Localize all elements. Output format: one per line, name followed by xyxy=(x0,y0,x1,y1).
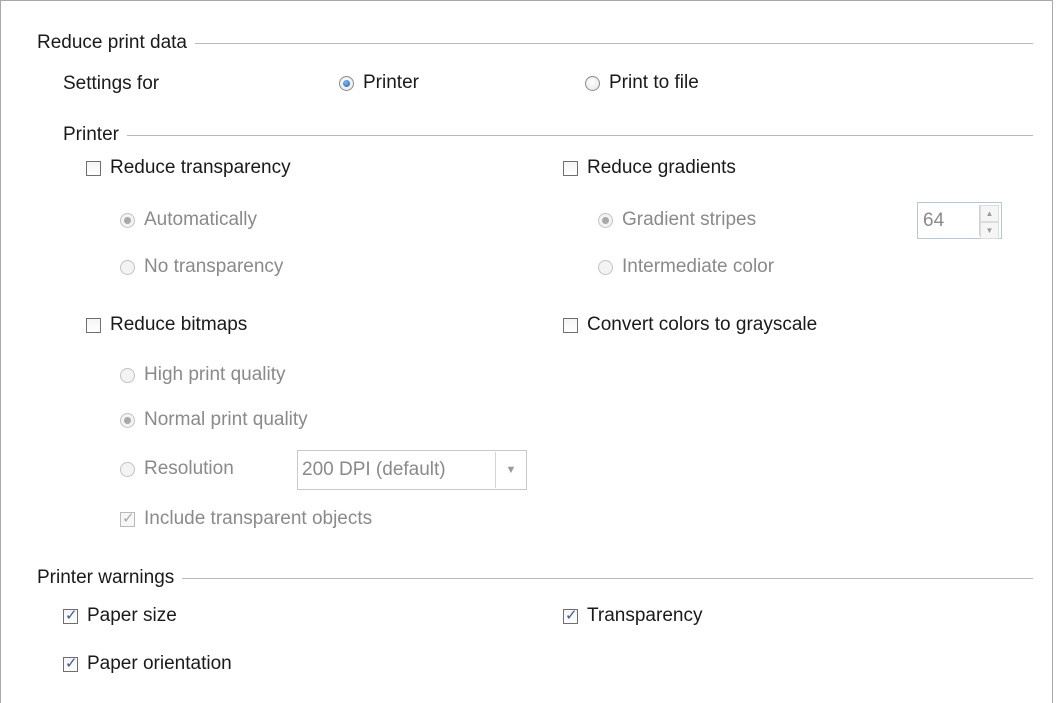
checkbox-checked-icon xyxy=(563,606,578,624)
no-transparency-radio[interactable]: No transparency xyxy=(120,256,283,278)
radio-unselected-icon xyxy=(120,461,135,477)
section-divider xyxy=(182,577,1033,579)
reduce-gradients-checkbox[interactable]: Reduce gradients xyxy=(563,157,736,179)
reduce-transparency-checkbox[interactable]: Reduce transparency xyxy=(86,157,291,179)
high-print-quality-radio[interactable]: High print quality xyxy=(120,364,286,386)
checkbox-checked-icon xyxy=(63,606,78,624)
checkbox-unchecked-icon xyxy=(563,160,578,176)
radio-selected-icon xyxy=(120,412,135,428)
printer-warnings-heading: Printer warnings xyxy=(37,567,1033,589)
printer-section-title: Printer xyxy=(63,124,119,145)
gradient-stripes-label: Gradient stripes xyxy=(622,209,757,230)
paper-orientation-checkbox[interactable]: Paper orientation xyxy=(63,653,232,675)
paper-size-label: Paper size xyxy=(87,605,177,626)
radio-unselected-icon xyxy=(120,367,135,383)
printer-warnings-title: Printer warnings xyxy=(37,567,175,588)
checkbox-unchecked-icon xyxy=(86,160,101,176)
checkbox-checked-icon xyxy=(120,509,135,527)
transparency-warning-checkbox[interactable]: Transparency xyxy=(563,605,702,627)
print-to-file-radio[interactable]: Print to file xyxy=(585,72,699,94)
section-divider xyxy=(195,42,1033,44)
radio-unselected-icon xyxy=(598,259,613,275)
gradient-stripes-spinbox[interactable]: 64 ▲ ▼ xyxy=(917,202,1002,239)
radio-unselected-icon xyxy=(585,75,600,91)
intermediate-color-label: Intermediate color xyxy=(622,256,775,277)
gradient-stripes-radio[interactable]: Gradient stripes xyxy=(598,209,756,231)
include-transparent-objects-label: Include transparent objects xyxy=(144,508,373,529)
spin-down-icon[interactable]: ▼ xyxy=(980,222,999,239)
printer-radio-label: Printer xyxy=(363,72,419,93)
printer-radio[interactable]: Printer xyxy=(339,72,419,94)
convert-grayscale-label: Convert colors to grayscale xyxy=(587,314,818,335)
resolution-value: 200 DPI (default) xyxy=(302,459,446,480)
resolution-radio[interactable]: Resolution xyxy=(120,458,234,480)
radio-selected-icon xyxy=(120,212,135,228)
normal-print-quality-radio[interactable]: Normal print quality xyxy=(120,409,308,431)
spin-up-icon[interactable]: ▲ xyxy=(980,205,999,222)
radio-selected-icon xyxy=(339,75,354,91)
printer-heading: Printer xyxy=(63,124,1033,146)
reduce-gradients-label: Reduce gradients xyxy=(587,157,736,178)
gradient-stripes-value: 64 xyxy=(923,209,945,231)
high-print-quality-label: High print quality xyxy=(144,364,286,385)
transparency-warning-label: Transparency xyxy=(587,605,703,626)
print-to-file-radio-label: Print to file xyxy=(609,72,699,93)
reduce-transparency-label: Reduce transparency xyxy=(110,157,291,178)
resolution-dropdown[interactable]: 200 DPI (default) ▼ xyxy=(297,450,527,490)
checkbox-unchecked-icon xyxy=(86,317,101,333)
convert-grayscale-checkbox[interactable]: Convert colors to grayscale xyxy=(563,314,817,336)
checkbox-unchecked-icon xyxy=(563,317,578,333)
section-divider xyxy=(126,134,1033,136)
normal-print-quality-label: Normal print quality xyxy=(144,409,308,430)
reduce-print-data-title: Reduce print data xyxy=(37,32,187,53)
checkbox-checked-icon xyxy=(63,654,78,672)
include-transparent-objects-checkbox[interactable]: Include transparent objects xyxy=(120,508,372,530)
radio-selected-icon xyxy=(598,212,613,228)
paper-orientation-label: Paper orientation xyxy=(87,653,232,674)
reduce-bitmaps-label: Reduce bitmaps xyxy=(110,314,248,335)
options-panel xyxy=(0,0,1053,703)
settings-for-label: Settings for xyxy=(63,73,160,94)
reduce-print-data-heading: Reduce print data xyxy=(37,32,1033,54)
spin-buttons: ▲ ▼ xyxy=(979,205,999,239)
intermediate-color-radio[interactable]: Intermediate color xyxy=(598,256,774,278)
resolution-label: Resolution xyxy=(144,458,234,479)
paper-size-checkbox[interactable]: Paper size xyxy=(63,605,177,627)
automatically-radio[interactable]: Automatically xyxy=(120,209,257,231)
chevron-down-icon[interactable]: ▼ xyxy=(495,452,526,488)
radio-unselected-icon xyxy=(120,259,135,275)
reduce-bitmaps-checkbox[interactable]: Reduce bitmaps xyxy=(86,314,247,336)
automatically-label: Automatically xyxy=(144,209,257,230)
no-transparency-label: No transparency xyxy=(144,256,284,277)
